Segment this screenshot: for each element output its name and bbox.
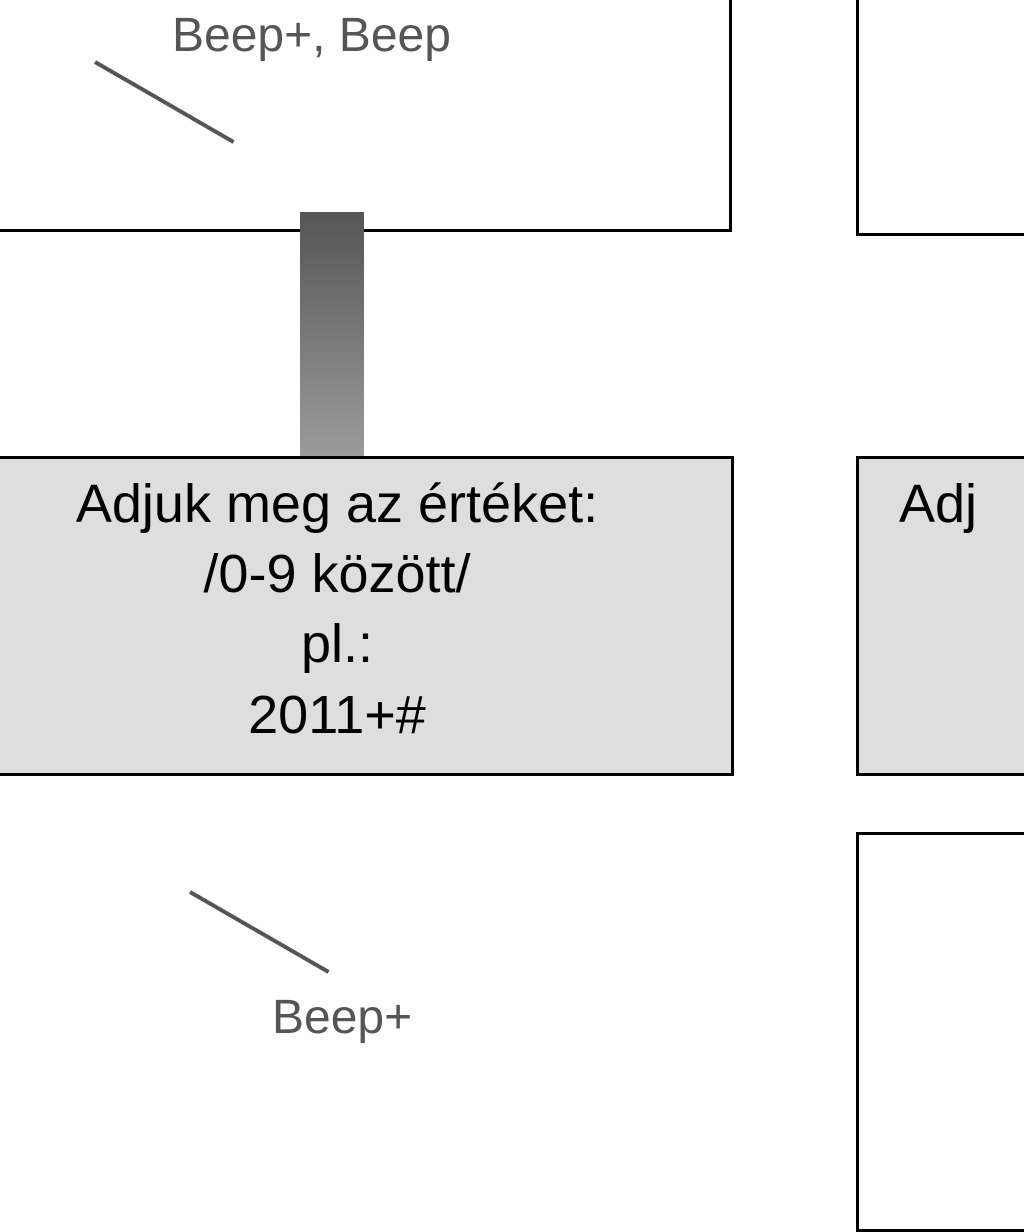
main-line3: pl.: [0, 609, 731, 679]
main-line4: 2011+# [0, 680, 731, 750]
main-line1: Adjuk meg az értéket: [0, 469, 731, 539]
right-box: Adj [856, 456, 1024, 776]
bottom-right-box [856, 832, 1024, 1232]
right-text-fragment: Adj [859, 459, 1024, 539]
top-label: Beep+, Beep [172, 8, 451, 63]
bottom-label: Beep+ [272, 990, 412, 1045]
main-box: Adjuk meg az értéket: /0-9 között/ pl.: … [0, 456, 734, 776]
bottom-callout-line [189, 890, 330, 973]
top-right-box [856, 0, 1024, 236]
main-line2: /0-9 között/ [0, 539, 731, 609]
main-text-block: Adjuk meg az értéket: /0-9 között/ pl.: … [0, 459, 731, 750]
